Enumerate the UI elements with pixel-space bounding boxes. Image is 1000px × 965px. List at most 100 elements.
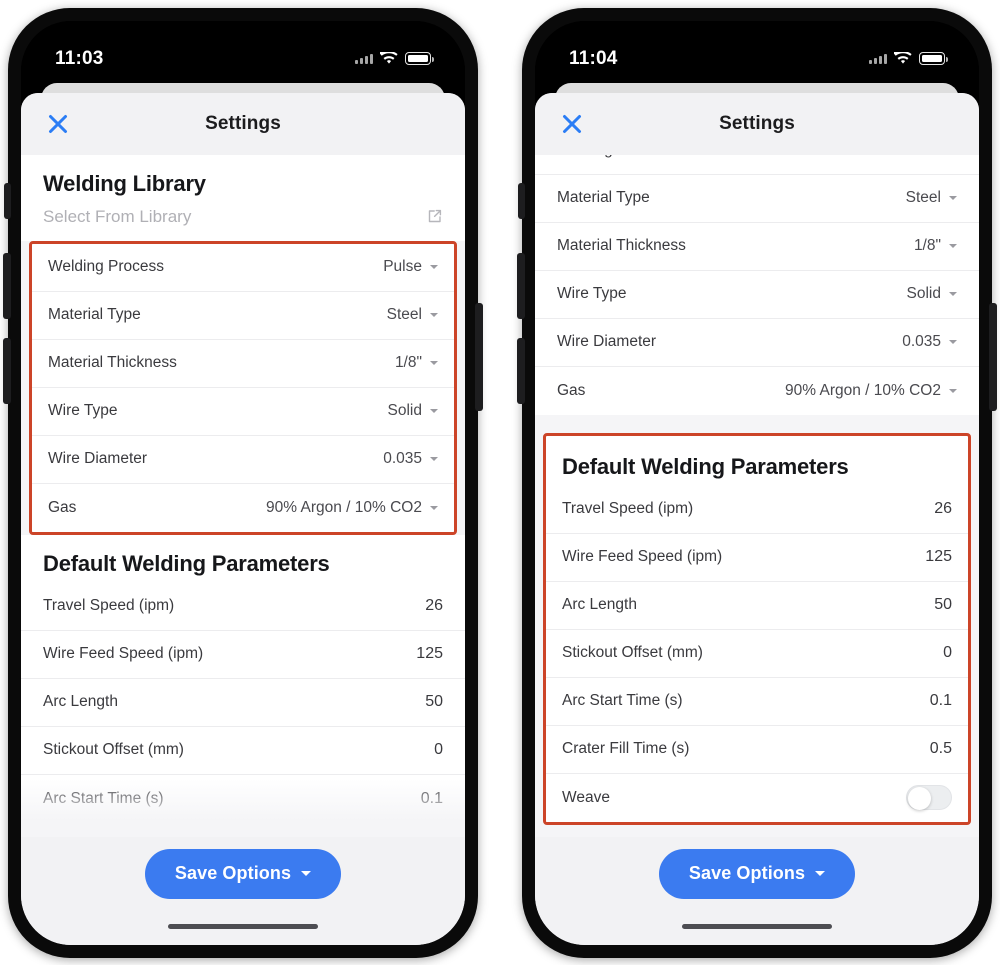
home-indicator[interactable]: [168, 923, 318, 929]
volume-down-button[interactable]: [517, 337, 525, 404]
table-row[interactable]: Travel Speed (ipm) 26: [21, 582, 465, 631]
table-row[interactable]: Wire Feed Speed (ipm) 125: [21, 630, 465, 679]
row-label: Gas: [557, 381, 586, 399]
row-label: Material Thickness: [48, 354, 177, 371]
row-value[interactable]: 0.035: [902, 333, 957, 351]
table-row[interactable]: Crater Fill Time (s) 0.5: [546, 725, 968, 774]
row-value[interactable]: 90% Argon / 10% CO2: [785, 382, 957, 400]
table-row[interactable]: Material Type Steel: [32, 291, 454, 340]
welding-library-title: Welding Library: [43, 170, 206, 196]
row-value-text: 90% Argon / 10% CO2: [785, 381, 941, 399]
row-label: Arc Start Time (s): [562, 692, 683, 709]
row-value[interactable]: 90% Argon / 10% CO2: [266, 499, 438, 517]
status-bar: 11:04: [535, 20, 979, 83]
table-row[interactable]: Wire Diameter 0.035: [32, 435, 454, 484]
close-icon[interactable]: [557, 109, 587, 139]
row-label: Wire Diameter: [557, 333, 657, 350]
status-clock: 11:04: [569, 47, 618, 69]
table-row[interactable]: Material Thickness 1/8": [32, 339, 454, 388]
row-label: Welding Process: [48, 258, 165, 275]
close-icon[interactable]: [43, 109, 73, 139]
row-value: 125: [925, 548, 952, 565]
row-label: Welding Process: [557, 155, 673, 160]
row-value[interactable]: Pulse: [383, 258, 438, 276]
default-parameters-section: Default Welding Parameters Travel Speed …: [21, 534, 465, 823]
row-value-text: 0.035: [902, 333, 941, 350]
sheet-scroll-body[interactable]: Welding Library Select From Library Weld…: [21, 154, 465, 837]
table-row[interactable]: Arc Start Time (s) 0.1: [21, 774, 465, 823]
row-value[interactable]: Pulse: [902, 155, 957, 160]
silent-switch[interactable]: [518, 182, 525, 219]
row-label: Wire Feed Speed (ipm): [43, 645, 204, 662]
signal-icon: [355, 53, 373, 64]
select-from-library-link[interactable]: Select From Library: [21, 203, 465, 241]
power-button[interactable]: [989, 302, 997, 411]
table-row[interactable]: Stickout Offset (mm) 0: [546, 629, 968, 678]
row-label: Arc Length: [562, 596, 637, 613]
table-row[interactable]: Wire Type Solid: [535, 270, 979, 319]
weave-toggle-row[interactable]: Weave: [546, 773, 968, 822]
row-value: 26: [934, 500, 952, 517]
row-value[interactable]: Steel: [387, 306, 438, 324]
save-options-label: Save Options: [688, 863, 806, 883]
external-link-icon[interactable]: [426, 208, 443, 225]
row-value-text: 1/8": [394, 354, 422, 371]
table-row[interactable]: Stickout Offset (mm) 0: [21, 726, 465, 775]
table-row[interactable]: Material Type Steel: [535, 174, 979, 223]
row-label: Wire Feed Speed (ipm): [562, 548, 723, 565]
page-title: Settings: [719, 112, 795, 134]
table-row[interactable]: Gas 90% Argon / 10% CO2: [535, 366, 979, 415]
chevron-down-icon: [949, 340, 957, 344]
row-value: 125: [416, 645, 443, 662]
table-row[interactable]: Wire Diameter 0.035: [535, 318, 979, 367]
status-indicators: [355, 52, 434, 65]
toggle-knob: [908, 787, 931, 810]
row-value[interactable]: 0.035: [383, 450, 438, 468]
row-value: 0: [434, 741, 443, 758]
row-value-text: Pulse: [902, 155, 941, 160]
sheet-footer: Save Options: [535, 836, 979, 945]
row-label: Wire Diameter: [48, 450, 148, 467]
table-row[interactable]: Wire Feed Speed (ipm) 125: [546, 533, 968, 582]
status-bar: 11:03: [21, 20, 465, 83]
volume-up-button[interactable]: [517, 252, 525, 319]
table-row[interactable]: Wire Type Solid: [32, 387, 454, 436]
row-label: Travel Speed (ipm): [43, 597, 175, 614]
row-label: Material Type: [557, 189, 650, 206]
power-button[interactable]: [475, 302, 483, 411]
chevron-down-icon: [949, 196, 957, 200]
status-indicators: [869, 52, 948, 65]
table-row[interactable]: Travel Speed (ipm) 26: [546, 485, 968, 534]
chevron-down-icon: [949, 292, 957, 296]
table-row[interactable]: Arc Length 50: [546, 581, 968, 630]
volume-up-button[interactable]: [3, 252, 11, 319]
row-label: Stickout Offset (mm): [562, 644, 703, 661]
table-row[interactable]: Welding Process Pulse: [535, 154, 979, 175]
silent-switch[interactable]: [4, 182, 11, 219]
row-label: Wire Type: [557, 285, 627, 302]
row-value[interactable]: 1/8": [914, 237, 957, 255]
default-parameters-title: Default Welding Parameters: [43, 550, 330, 576]
screenshot-stage: 11:03 Settings Welding Library Select Fr…: [0, 0, 1000, 965]
row-value: 50: [934, 596, 952, 613]
sheet-scroll-body[interactable]: Welding Process Pulse Material Type Stee…: [535, 154, 979, 837]
weave-toggle[interactable]: [906, 785, 952, 810]
row-value[interactable]: Steel: [906, 189, 957, 207]
row-value[interactable]: Solid: [907, 285, 957, 303]
table-row[interactable]: Welding Process Pulse: [32, 243, 454, 292]
save-options-button[interactable]: Save Options: [658, 848, 856, 899]
section-gap: [535, 414, 979, 433]
table-row[interactable]: Arc Length 50: [21, 678, 465, 727]
volume-down-button[interactable]: [3, 337, 11, 404]
row-value[interactable]: Solid: [388, 402, 438, 420]
table-row[interactable]: Material Thickness 1/8": [535, 222, 979, 271]
row-value: 0: [943, 644, 952, 661]
row-label: Travel Speed (ipm): [562, 500, 694, 517]
home-indicator[interactable]: [682, 923, 832, 929]
table-row[interactable]: Gas 90% Argon / 10% CO2: [32, 483, 454, 532]
table-row[interactable]: Arc Start Time (s) 0.1: [546, 677, 968, 726]
save-options-button[interactable]: Save Options: [144, 848, 342, 899]
chevron-down-icon: [301, 871, 312, 876]
row-value[interactable]: 1/8": [395, 354, 438, 372]
select-from-library-label: Select From Library: [43, 206, 192, 226]
